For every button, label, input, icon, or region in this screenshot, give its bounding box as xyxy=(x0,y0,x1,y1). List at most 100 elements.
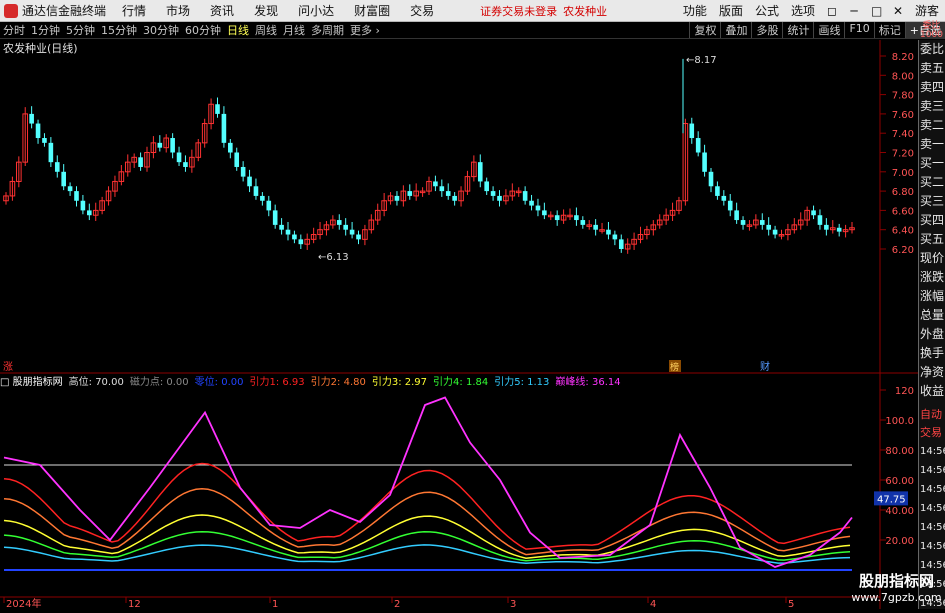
indicator-field: 引力1: 6.93 xyxy=(249,377,305,388)
menu-item-market[interactable]: 市场 xyxy=(156,2,200,19)
quote-label: 卖一 xyxy=(920,137,945,151)
tool-button[interactable]: F10 xyxy=(844,22,873,38)
trade-time: 14:56 xyxy=(920,503,945,514)
menu-item-discover[interactable]: 发现 xyxy=(244,2,288,19)
candle-body xyxy=(61,171,66,187)
quote-label: 卖五 xyxy=(920,61,945,75)
indicator-tick-label: 60.00 xyxy=(885,476,914,487)
period-tab[interactable]: 周线 xyxy=(252,22,280,38)
menu-item-ask[interactable]: 问小达 xyxy=(288,2,344,19)
candle-body xyxy=(292,234,297,240)
login-notice[interactable]: 证券交易未登录 xyxy=(480,3,557,19)
candle-body xyxy=(48,142,54,163)
menu-item-quotes[interactable]: 行情 xyxy=(112,2,156,19)
candle-body xyxy=(817,215,823,225)
period-tab[interactable]: 1分钟 xyxy=(28,22,63,38)
candle-body xyxy=(734,210,739,221)
candle-body xyxy=(772,229,778,235)
title-right-menu: 功能 版面 公式 选项 ◻ ─ □ ✕ 游客 xyxy=(677,2,945,19)
menu-item-layout[interactable]: 版面 xyxy=(713,2,749,19)
indicator-field: 引力4: 1.84 xyxy=(433,377,489,388)
period-tab[interactable]: 60分钟 xyxy=(182,22,224,38)
candle-body xyxy=(247,176,252,187)
price-tick-label: 7.80 xyxy=(892,91,914,102)
tool-button[interactable]: 叠加 xyxy=(720,22,751,38)
rise-marker: 涨 xyxy=(3,361,13,373)
price-tick-label: 6.80 xyxy=(892,187,914,198)
period-tab[interactable]: 30分钟 xyxy=(140,22,182,38)
minimize-icon[interactable]: ─ xyxy=(843,4,865,18)
app-name: 通达信金融终端 xyxy=(22,4,107,18)
side-header: 委比 1000 xyxy=(920,21,943,40)
low-price-label: ←6.13 xyxy=(318,252,349,263)
period-tab[interactable]: 日线 xyxy=(224,22,252,38)
indicator-legend: □ 股朋指标网 高位: 70.00 磁力点: 0.00 零位: 0.00 引力1: 6.… xyxy=(0,373,627,388)
candle-body xyxy=(234,152,240,167)
trade-label[interactable]: 交易 xyxy=(919,424,945,442)
menu-item-trade[interactable]: 交易 xyxy=(400,2,444,19)
quote-label: 买四 xyxy=(920,213,945,227)
x-axis-label: 5 xyxy=(788,599,794,609)
chart-tools: 复权 叠加 多股 统计 画线 F10 标记 +自选 xyxy=(689,22,945,38)
menu-item-formula[interactable]: 公式 xyxy=(749,2,785,19)
candle-body xyxy=(260,195,265,201)
candle-body xyxy=(35,123,41,139)
candle-body xyxy=(183,162,188,167)
price-tick-label: 7.40 xyxy=(892,129,914,140)
quote-label: 卖四 xyxy=(920,80,945,94)
period-tab[interactable]: 多周期 xyxy=(308,22,347,38)
price-tick-label: 7.00 xyxy=(892,168,914,179)
period-tab[interactable]: 5分钟 xyxy=(63,22,98,38)
candle-body xyxy=(54,162,60,172)
indicator-name[interactable]: □ 股朋指标网 xyxy=(0,373,69,388)
quote-label: 换手 xyxy=(920,346,945,360)
quote-label: 买三 xyxy=(920,194,945,208)
period-tab[interactable]: 更多 › xyxy=(347,22,383,38)
candle-body xyxy=(356,234,361,240)
candle-body xyxy=(490,191,496,196)
trade-label[interactable]: 自动 xyxy=(919,406,945,424)
maximize-icon[interactable]: □ xyxy=(865,4,887,18)
indicator-field: 高位: 70.00 xyxy=(68,377,124,388)
period-tab[interactable]: 15分钟 xyxy=(98,22,140,38)
menu-item-wealth[interactable]: 财富圈 xyxy=(344,2,400,19)
candle-body xyxy=(593,224,598,230)
quote-label: 涨跌 xyxy=(920,270,945,284)
candle-body xyxy=(176,152,182,163)
price-tick-label: 6.60 xyxy=(892,206,914,217)
candle-body xyxy=(343,224,348,230)
x-axis-label: 2 xyxy=(394,599,400,609)
tool-button[interactable]: 统计 xyxy=(782,22,813,38)
tool-button[interactable]: 多股 xyxy=(751,22,782,38)
tool-button[interactable]: 复权 xyxy=(689,22,720,38)
price-tick-label: 7.20 xyxy=(892,149,914,160)
menu-item-options[interactable]: 选项 xyxy=(785,2,821,19)
menu-item-news[interactable]: 资讯 xyxy=(200,2,244,19)
tool-button[interactable]: 标记 xyxy=(873,22,905,38)
close-icon[interactable]: ✕ xyxy=(887,4,909,18)
trade-time: 14:56 xyxy=(920,465,945,476)
quote-panel: 委比 卖五 卖四 卖三 卖二 卖一 买一 买二 买三 买四 买五 现价 涨跌 涨幅 总量 外盘 换手 净资 收益 自动… xyxy=(918,40,945,609)
guest-label[interactable]: 游客 xyxy=(909,2,945,19)
main-menu: 行情 市场 资讯 发现 问小达 财富圈 交易 xyxy=(112,2,444,19)
candle-body xyxy=(279,224,284,230)
period-tab[interactable]: 月线 xyxy=(280,22,308,38)
quote-label: 买五 xyxy=(920,232,945,246)
indicator-field: 磁力点: 0.00 xyxy=(129,377,189,388)
candle-body xyxy=(689,123,695,139)
x-axis-label: 12 xyxy=(128,599,141,609)
candle-body xyxy=(542,210,547,216)
indicator-tick-label: 120 xyxy=(895,386,914,397)
tool-button[interactable]: 画线 xyxy=(813,22,844,38)
menu-item-function[interactable]: 功能 xyxy=(677,2,713,19)
candle-body xyxy=(445,191,451,196)
period-tab[interactable]: 分时 xyxy=(0,22,28,38)
indicator-field: 引力3: 2.97 xyxy=(371,377,428,388)
candle-body xyxy=(394,195,400,201)
restore-icon[interactable]: ◻ xyxy=(821,4,843,18)
indicator-field: 巅峰线: 36.14 xyxy=(555,377,621,388)
candle-body xyxy=(477,162,483,182)
indicator-tick-label: 100.0 xyxy=(885,416,914,427)
x-axis-label: 2024年 xyxy=(6,597,41,609)
kline-chart[interactable]: 8.20 8.00 7.80 7.60 7.40 7.20 7.00 6.80 6.60 6.40… xyxy=(0,40,918,609)
